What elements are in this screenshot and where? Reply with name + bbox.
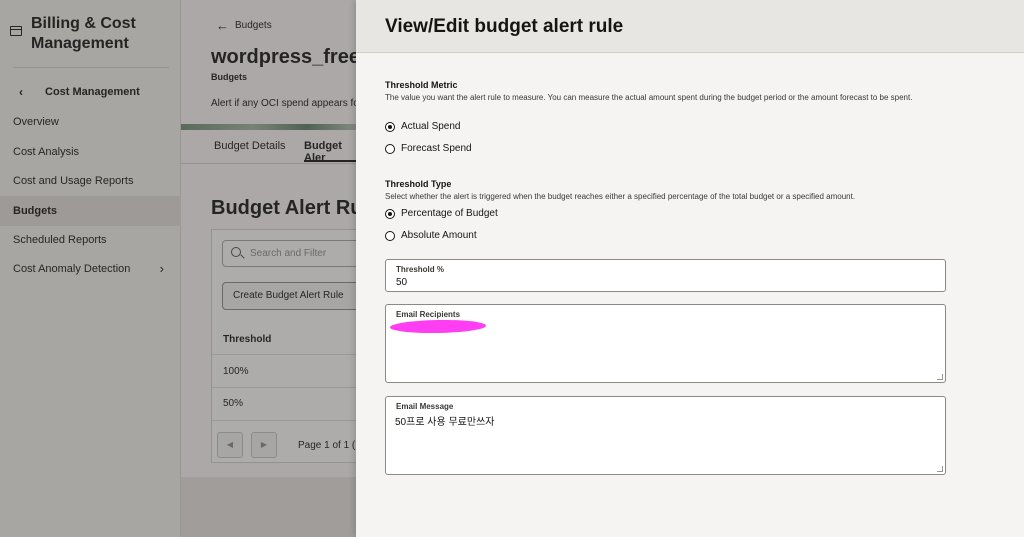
threshold-metric-label: Threshold Metric <box>385 80 458 90</box>
radio-label: Absolute Amount <box>401 230 477 241</box>
radio-label: Percentage of Budget <box>401 208 498 219</box>
threshold-percent-field[interactable]: Threshold % 50 <box>385 259 946 292</box>
email-message-input[interactable] <box>395 413 935 469</box>
email-recipients-field[interactable]: Email Recipients <box>385 304 946 383</box>
email-recipients-input[interactable] <box>395 321 935 377</box>
threshold-type-help: Select whether the alert is triggered wh… <box>385 192 856 201</box>
radio-selected-icon <box>385 208 395 219</box>
email-message-field[interactable]: Email Message <box>385 396 946 475</box>
radio-forecast-spend[interactable]: Forecast Spend <box>385 143 472 154</box>
threshold-metric-help: The value you want the alert rule to mea… <box>385 93 913 102</box>
radio-absolute-amount[interactable]: Absolute Amount <box>385 230 477 241</box>
threshold-type-label: Threshold Type <box>385 179 452 189</box>
drawer-header: View/Edit budget alert rule <box>356 0 1024 53</box>
threshold-percent-label: Threshold % <box>396 265 445 274</box>
radio-selected-icon <box>385 121 395 132</box>
resize-grip-icon[interactable] <box>937 374 943 380</box>
radio-actual-spend[interactable]: Actual Spend <box>385 121 461 132</box>
resize-grip-icon[interactable] <box>937 466 943 472</box>
threshold-percent-value: 50 <box>396 277 408 288</box>
drawer-title: View/Edit budget alert rule <box>385 16 624 37</box>
radio-unselected-icon <box>385 230 395 241</box>
email-recipients-label: Email Recipients <box>396 310 461 319</box>
radio-percentage-of-budget[interactable]: Percentage of Budget <box>385 208 498 219</box>
radio-label: Forecast Spend <box>401 143 472 154</box>
radio-unselected-icon <box>385 143 395 154</box>
radio-label: Actual Spend <box>401 121 461 132</box>
email-message-label: Email Message <box>396 402 454 411</box>
modal-overlay[interactable] <box>0 0 356 537</box>
edit-alert-rule-drawer: View/Edit budget alert rule Threshold Me… <box>356 0 1024 537</box>
